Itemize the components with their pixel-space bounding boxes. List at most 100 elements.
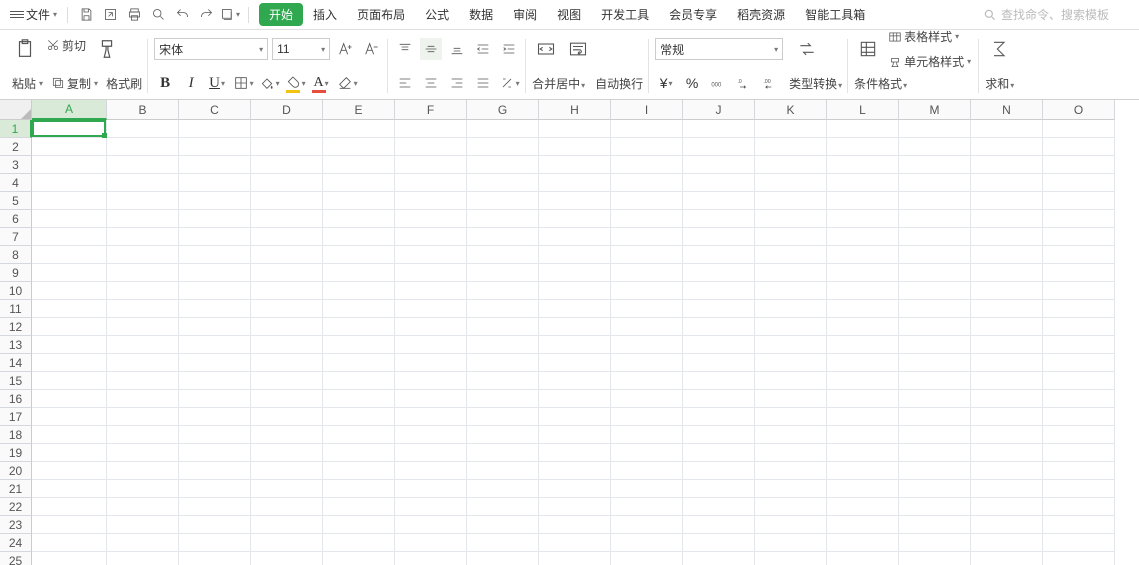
cell[interactable] xyxy=(467,408,539,426)
cell[interactable] xyxy=(395,318,467,336)
cell[interactable] xyxy=(1043,264,1115,282)
cell[interactable] xyxy=(827,426,899,444)
cell[interactable] xyxy=(107,426,179,444)
cell[interactable] xyxy=(251,300,323,318)
cell[interactable] xyxy=(251,354,323,372)
decrease-decimal-button[interactable]: .00 xyxy=(759,72,781,94)
cell[interactable] xyxy=(827,336,899,354)
column-header[interactable]: G xyxy=(467,100,539,120)
cell[interactable] xyxy=(467,426,539,444)
cell[interactable] xyxy=(755,390,827,408)
cell[interactable] xyxy=(899,300,971,318)
cell[interactable] xyxy=(899,156,971,174)
cell[interactable] xyxy=(1043,282,1115,300)
cell[interactable] xyxy=(323,498,395,516)
cell[interactable] xyxy=(251,444,323,462)
cell[interactable] xyxy=(395,390,467,408)
cell[interactable] xyxy=(467,354,539,372)
row-header[interactable]: 9 xyxy=(0,264,32,282)
sum-button[interactable] xyxy=(985,39,1013,59)
cell[interactable] xyxy=(107,372,179,390)
cell[interactable] xyxy=(251,408,323,426)
column-header[interactable]: E xyxy=(323,100,395,120)
cell[interactable] xyxy=(323,174,395,192)
cell[interactable] xyxy=(467,498,539,516)
cell[interactable] xyxy=(251,282,323,300)
cell[interactable] xyxy=(107,534,179,552)
cell[interactable] xyxy=(611,552,683,565)
cell[interactable] xyxy=(32,138,107,156)
cell[interactable] xyxy=(611,120,683,138)
cell[interactable] xyxy=(539,174,611,192)
cell[interactable] xyxy=(971,210,1043,228)
italic-button[interactable]: I xyxy=(180,72,202,94)
cell[interactable] xyxy=(899,282,971,300)
cell[interactable] xyxy=(32,174,107,192)
cell[interactable] xyxy=(539,138,611,156)
cell[interactable] xyxy=(179,498,251,516)
cell[interactable] xyxy=(971,426,1043,444)
cell[interactable] xyxy=(683,120,755,138)
cell[interactable] xyxy=(251,390,323,408)
increase-font-button[interactable] xyxy=(334,38,356,60)
cell[interactable] xyxy=(611,300,683,318)
cell[interactable] xyxy=(32,264,107,282)
cell[interactable] xyxy=(611,138,683,156)
cell[interactable] xyxy=(32,282,107,300)
cell[interactable] xyxy=(827,534,899,552)
cell[interactable] xyxy=(32,228,107,246)
save-button[interactable] xyxy=(76,5,96,25)
cell[interactable] xyxy=(179,192,251,210)
cell[interactable] xyxy=(179,300,251,318)
cell[interactable] xyxy=(32,192,107,210)
underline-button[interactable]: U▾ xyxy=(206,72,228,94)
increase-indent-button[interactable] xyxy=(498,38,520,60)
percent-button[interactable]: % xyxy=(681,72,703,94)
cell[interactable] xyxy=(539,318,611,336)
cell[interactable] xyxy=(323,156,395,174)
cell[interactable] xyxy=(899,516,971,534)
cell[interactable] xyxy=(683,192,755,210)
row-header[interactable]: 10 xyxy=(0,282,32,300)
cell[interactable] xyxy=(107,462,179,480)
column-header[interactable]: N xyxy=(971,100,1043,120)
column-header[interactable]: M xyxy=(899,100,971,120)
column-header[interactable]: F xyxy=(395,100,467,120)
cell[interactable] xyxy=(539,426,611,444)
cell[interactable] xyxy=(899,426,971,444)
cell[interactable] xyxy=(251,516,323,534)
tab-公式[interactable]: 公式 xyxy=(415,2,459,27)
cell[interactable] xyxy=(611,228,683,246)
cell[interactable] xyxy=(107,480,179,498)
row-header[interactable]: 4 xyxy=(0,174,32,192)
cell[interactable] xyxy=(755,426,827,444)
row-header[interactable]: 8 xyxy=(0,246,32,264)
cell[interactable] xyxy=(971,264,1043,282)
cell[interactable] xyxy=(179,534,251,552)
cell[interactable] xyxy=(899,336,971,354)
cell[interactable] xyxy=(683,138,755,156)
cell[interactable] xyxy=(899,174,971,192)
cell[interactable] xyxy=(827,516,899,534)
cell[interactable] xyxy=(179,318,251,336)
cell[interactable] xyxy=(395,480,467,498)
cell[interactable] xyxy=(107,192,179,210)
column-header[interactable]: L xyxy=(827,100,899,120)
column-header[interactable]: O xyxy=(1043,100,1115,120)
cell[interactable] xyxy=(827,192,899,210)
cell[interactable] xyxy=(1043,426,1115,444)
cell[interactable] xyxy=(827,120,899,138)
cell[interactable] xyxy=(395,264,467,282)
orientation-button[interactable]: ▾ xyxy=(498,72,520,94)
cell[interactable] xyxy=(683,498,755,516)
cell[interactable] xyxy=(467,174,539,192)
cell[interactable] xyxy=(899,372,971,390)
cell[interactable] xyxy=(971,408,1043,426)
merge-cells-button[interactable] xyxy=(532,39,560,59)
undo-button[interactable] xyxy=(172,5,192,25)
row-header[interactable]: 6 xyxy=(0,210,32,228)
tab-插入[interactable]: 插入 xyxy=(303,2,347,27)
cell[interactable] xyxy=(683,444,755,462)
column-header[interactable]: K xyxy=(755,100,827,120)
decrease-font-button[interactable] xyxy=(360,38,382,60)
